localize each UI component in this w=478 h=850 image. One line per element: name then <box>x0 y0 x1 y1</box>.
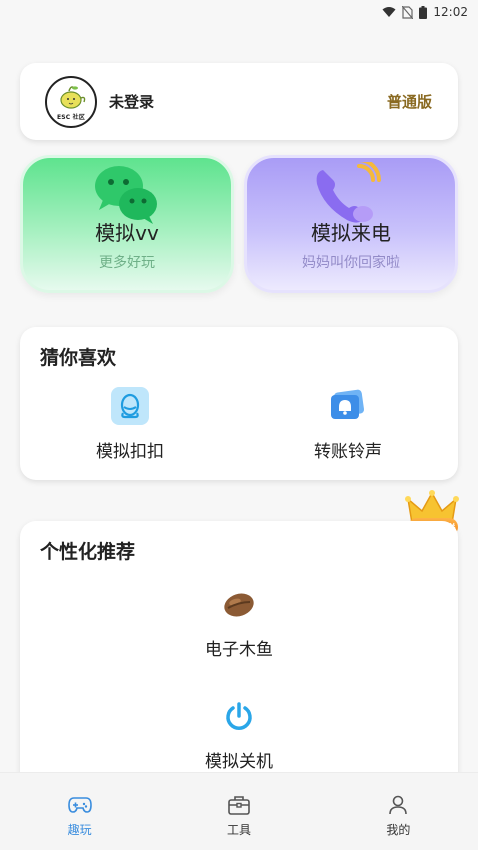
person-icon <box>389 795 408 815</box>
tab-play[interactable]: 趣玩 <box>0 773 159 850</box>
tab-label-tools: 工具 <box>226 823 251 837</box>
tool-label-transfer-ringtone: 转账铃声 <box>314 442 382 462</box>
tab-profile[interactable]: 我的 <box>319 773 478 850</box>
tool-label-qq: 模拟扣扣 <box>96 442 164 462</box>
phone-call-icon <box>316 162 381 223</box>
avatar-logo-text: ESC 社区 <box>56 113 86 121</box>
tab-tools[interactable]: 工具 <box>159 773 318 850</box>
teapot-logo-icon <box>60 85 86 109</box>
tab-label-play: 趣玩 <box>67 823 92 837</box>
edition-label[interactable]: 普通版 <box>387 91 432 112</box>
status-bar: 12:02 <box>0 0 478 24</box>
rec-item-wooden-fish[interactable]: 电子木鱼 <box>169 585 309 660</box>
section-title-guess: 猜你喜欢 <box>40 347 117 369</box>
status-time: 12:02 <box>433 5 468 19</box>
toolbox-icon <box>228 796 250 815</box>
guess-section: 猜你喜欢 模拟扣扣 转账铃声 <box>20 327 458 480</box>
section-title-recommend: 个性化推荐 <box>40 541 136 563</box>
login-status[interactable]: 未登录 <box>109 91 387 112</box>
tab-label-profile: 我的 <box>386 823 411 837</box>
gamepad-icon <box>67 797 92 813</box>
wechat-icon <box>95 166 157 224</box>
rec-label-shutdown: 模拟关机 <box>205 752 273 772</box>
feature-subtitle-call: 妈妈叫你回家啦 <box>302 255 400 271</box>
recommend-section: 个性化推荐 电子木鱼 模拟关机 <box>20 521 458 781</box>
battery-icon <box>419 5 428 19</box>
rec-label-wooden-fish: 电子木鱼 <box>205 640 273 660</box>
rec-item-shutdown[interactable]: 模拟关机 <box>169 697 309 772</box>
power-icon <box>220 697 258 735</box>
wifi-icon <box>382 6 396 18</box>
feature-card-vv[interactable]: 模拟vv 更多好玩 <box>20 155 234 293</box>
penguin-icon <box>111 387 149 425</box>
avatar[interactable]: ESC 社区 <box>45 75 97 128</box>
feature-subtitle-vv: 更多好玩 <box>99 255 155 271</box>
bottom-tab-bar: 趣玩 工具 我的 <box>0 772 478 850</box>
tool-item-qq[interactable]: 模拟扣扣 <box>60 387 200 462</box>
tool-item-transfer-ringtone[interactable]: 转账铃声 <box>278 387 418 462</box>
wooden-fish-icon <box>220 585 258 623</box>
feature-card-call[interactable]: 模拟来电 妈妈叫你回家啦 <box>244 155 458 293</box>
account-card[interactable]: ESC 社区 未登录 普通版 <box>20 63 458 140</box>
no-sim-icon <box>402 5 414 19</box>
bell-card-icon <box>329 387 367 425</box>
